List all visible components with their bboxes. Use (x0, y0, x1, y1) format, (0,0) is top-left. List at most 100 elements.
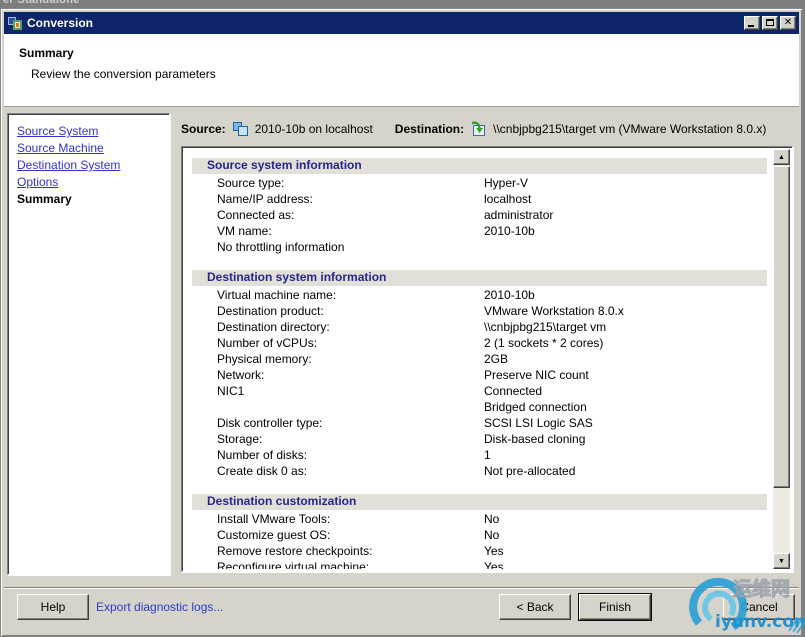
row-value: Bridged connection (484, 400, 587, 414)
summary-row: Number of disks: 1 (184, 447, 773, 463)
close-button[interactable]: ✕ (780, 16, 796, 30)
row-label: Create disk 0 as: (217, 464, 308, 478)
row-value: 1 (484, 448, 491, 462)
section-header: Destination customization (192, 494, 767, 510)
row-label: Install VMware Tools: (217, 512, 331, 526)
source-vm-icon (232, 121, 249, 137)
row-value: Hyper-V (484, 176, 529, 190)
minimize-icon (748, 25, 754, 27)
wizard-steps: Source System Source Machine Destination S… (7, 113, 170, 575)
sidebar-item-destination-system[interactable]: Destination System (17, 157, 169, 174)
summary-row: Destination directory: \\cnbjpbg215\targe… (184, 319, 773, 335)
sidebar-item-source-machine[interactable]: Source Machine (17, 140, 169, 157)
summary-row: Create disk 0 as: Not pre-allocated (184, 463, 773, 479)
row-value: No (484, 512, 500, 526)
minimize-button[interactable] (744, 16, 760, 30)
destination-label: Destination: (394, 122, 465, 136)
summary-row: Connected as: administrator (184, 207, 773, 223)
row-value: administrator (484, 208, 554, 222)
cancel-button[interactable]: Cancel (723, 594, 795, 620)
finish-button[interactable]: Finish (578, 593, 652, 621)
background-window-title: er Standalone (3, 0, 80, 6)
summary-row: Physical memory: 2GB (184, 351, 773, 367)
row-label: Destination directory: (217, 320, 330, 334)
row-value: No (484, 528, 500, 542)
maximize-button[interactable] (762, 16, 778, 30)
dialog-title: Conversion (27, 16, 94, 30)
vertical-scrollbar[interactable]: ▲ ▼ (773, 149, 790, 569)
summary-row: Destination product: VMware Workstation 8… (184, 303, 773, 319)
summary-row: Install VMware Tools: No (184, 511, 773, 527)
converter-app-icon (7, 15, 23, 31)
row-label: VM name: (217, 224, 272, 238)
section-header: Destination system information (192, 270, 767, 286)
row-value: 2010-10b (484, 288, 535, 302)
row-value: VMware Workstation 8.0.x (484, 304, 624, 318)
summary-row: Disk controller type: SCSI LSI Logic SAS (184, 415, 773, 431)
summary-row: Storage: Disk-based cloning (184, 431, 773, 447)
row-label: Physical memory: (217, 352, 312, 366)
row-label: Destination product: (217, 304, 324, 318)
scroll-down-button[interactable]: ▼ (773, 553, 790, 569)
row-label: Disk controller type: (217, 416, 323, 430)
row-value: Connected (484, 384, 543, 398)
summary-row: Source type: Hyper-V (184, 175, 773, 191)
row-label: Network: (217, 368, 265, 382)
export-diagnostic-logs-link[interactable]: Export diagnostic logs... (96, 600, 223, 614)
back-button[interactable]: < Back (499, 594, 571, 620)
row-value: SCSI LSI Logic SAS (484, 416, 593, 430)
sidebar-item-options[interactable]: Options (17, 174, 169, 191)
page-title: Summary (19, 46, 74, 60)
footer-divider (4, 587, 799, 589)
summary-row: Name/IP address: localhost (184, 191, 773, 207)
row-value: Preserve NIC count (484, 368, 589, 382)
row-label: Virtual machine name: (217, 288, 337, 302)
row-label: Customize guest OS: (217, 528, 331, 542)
page-subtitle: Review the conversion parameters (31, 67, 216, 81)
row-label: Name/IP address: (217, 192, 313, 206)
row-label: Remove restore checkpoints: (217, 544, 373, 558)
row-label: Storage: (217, 432, 263, 446)
section-header: Source system information (192, 158, 767, 174)
row-value: \\cnbjpbg215\target vm (484, 320, 607, 334)
summary-row: Number of vCPUs: 2 (1 sockets * 2 cores) (184, 335, 773, 351)
row-label: No throttling information (217, 240, 345, 254)
summary-row: Remove restore checkpoints: Yes (184, 543, 773, 559)
sidebar-item-source-system[interactable]: Source System (17, 123, 169, 140)
source-value: 2010-10b on localhost (254, 122, 373, 136)
summary-row: VM name: 2010-10b (184, 223, 773, 239)
help-button[interactable]: Help (17, 594, 89, 620)
sidebar-item-summary: Summary (17, 192, 72, 206)
summary-row: Virtual machine name: 2010-10b (184, 287, 773, 303)
screen: { "background_window": { "title_partial"… (0, 0, 805, 637)
destination-value: \\cnbjpbg215\target vm (VMware Workstati… (493, 122, 767, 136)
row-value: Yes (484, 560, 504, 569)
scrollbar-thumb[interactable] (773, 166, 790, 488)
context-bar: Source: 2010-10b on localhost Destinatio… (181, 119, 793, 139)
summary-row: Reconfigure virtual machine: Yes (184, 559, 773, 569)
row-value: Yes (484, 544, 504, 558)
row-value: 2010-10b (484, 224, 535, 238)
row-value: Not pre-allocated (484, 464, 576, 478)
summary-row: NIC1 Connected (184, 383, 773, 399)
summary-row: No throttling information (184, 239, 773, 255)
row-label: Reconfigure virtual machine: (217, 560, 370, 569)
row-label: Connected as: (217, 208, 295, 222)
maximize-icon (766, 19, 774, 26)
row-value: localhost (484, 192, 532, 206)
wizard-header: Summary Review the conversion parameters (4, 34, 799, 107)
row-label: Source type: (217, 176, 285, 190)
summary-row: Network: Preserve NIC count (184, 367, 773, 383)
summary-row: Customize guest OS: No (184, 527, 773, 543)
destination-target-icon (470, 121, 487, 137)
row-value: 2 (1 sockets * 2 cores) (484, 336, 604, 350)
scroll-up-button[interactable]: ▲ (773, 149, 790, 165)
dialog-titlebar[interactable]: Conversion ✕ (4, 12, 799, 34)
close-icon: ✕ (783, 17, 793, 28)
row-value: 2GB (484, 352, 509, 366)
row-label: Number of disks: (217, 448, 308, 462)
summary-panel: Source system information Source type: Hyp… (181, 146, 793, 572)
source-label: Source: (181, 122, 226, 136)
row-value: Disk-based cloning (484, 432, 586, 446)
row-label: NIC1 (217, 384, 245, 398)
